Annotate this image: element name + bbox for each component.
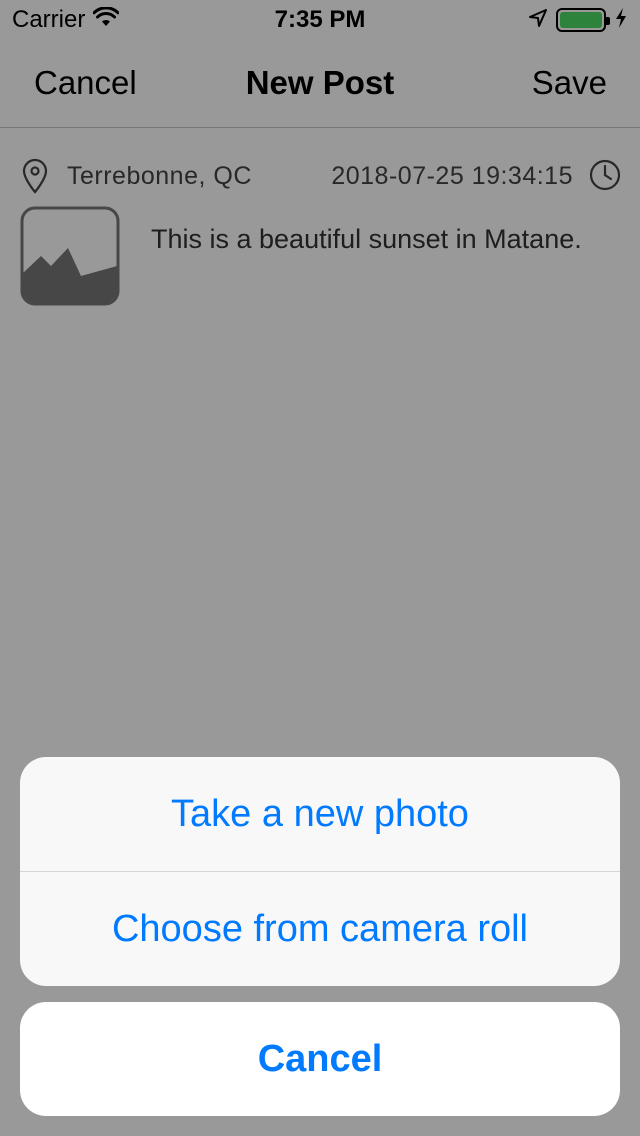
action-sheet-cancel-button[interactable]: Cancel [20,1002,620,1116]
take-new-photo-button[interactable]: Take a new photo [20,757,620,871]
choose-from-camera-roll-button[interactable]: Choose from camera roll [20,872,620,986]
screen: Carrier 7:35 PM Cancel New Post Save Ter… [0,0,640,1136]
action-sheet: Take a new photo Choose from camera roll [20,757,620,986]
